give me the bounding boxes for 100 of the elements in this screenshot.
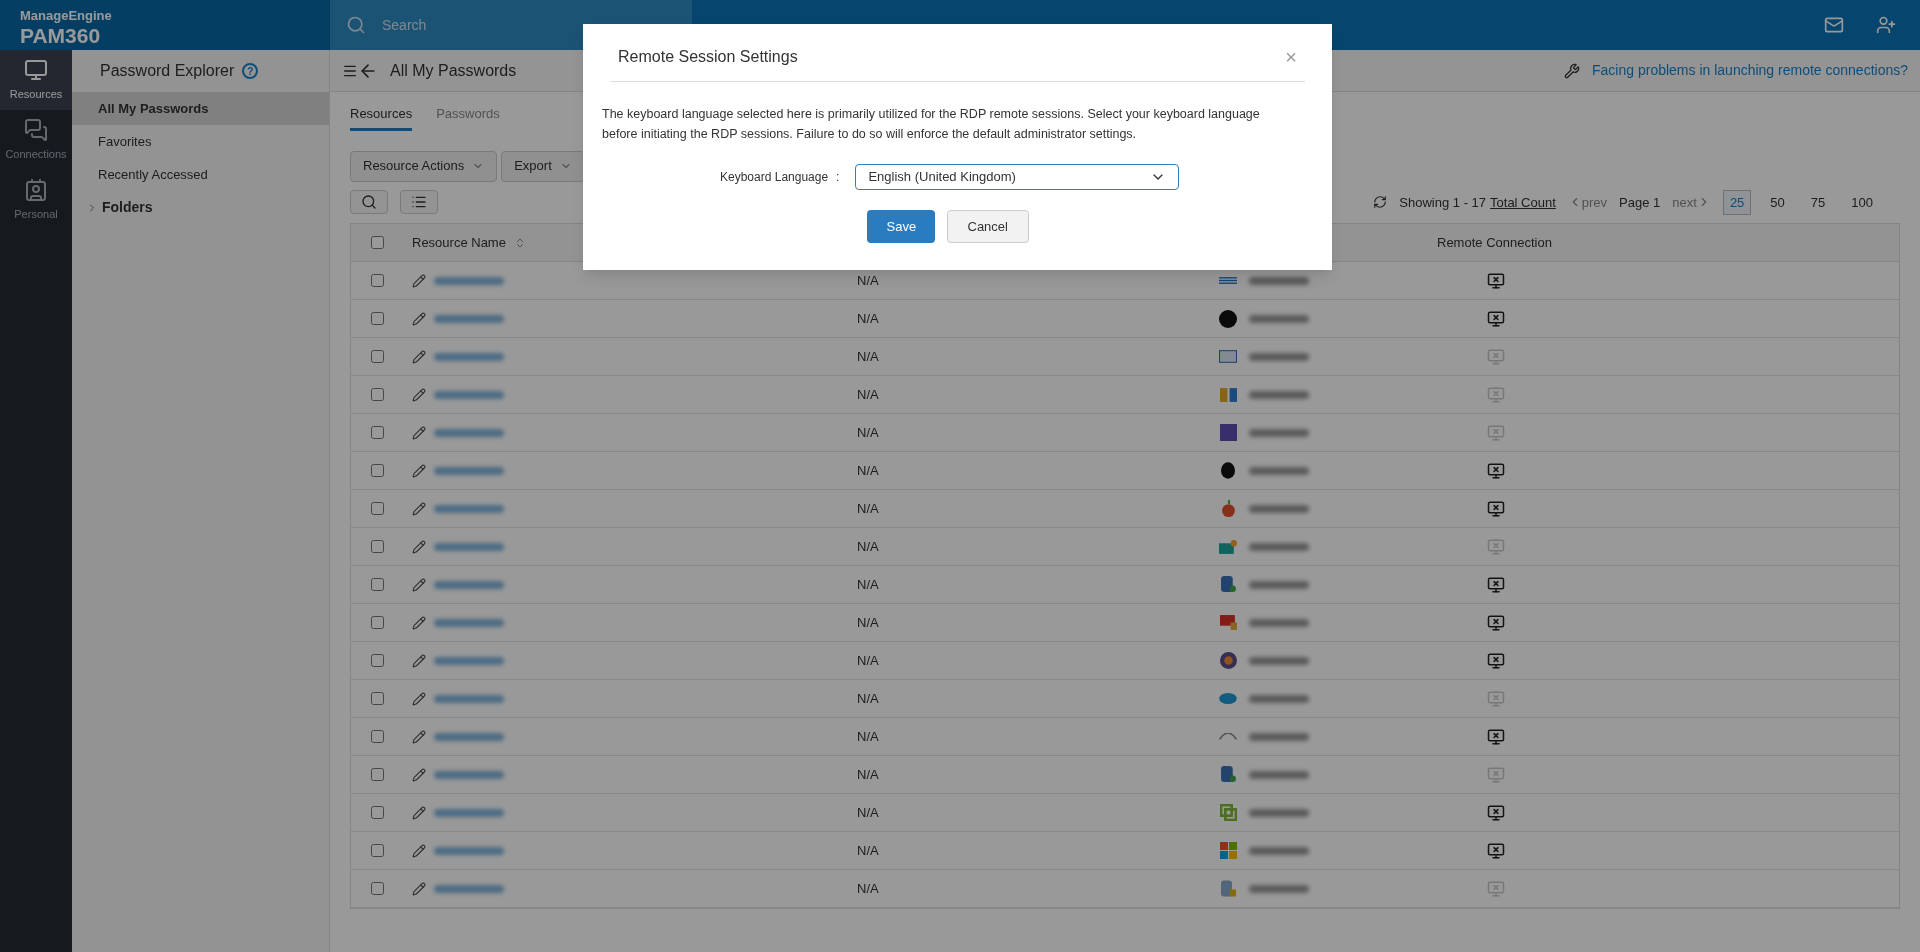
select-all-checkbox[interactable] xyxy=(371,236,384,249)
row-checkbox[interactable] xyxy=(371,844,384,857)
edit-icon[interactable] xyxy=(412,577,426,592)
remote-connection-icon[interactable] xyxy=(1487,613,1505,632)
sidebar-item[interactable]: All My Passwords xyxy=(72,92,329,125)
blurred-name xyxy=(434,352,504,361)
blurred-type xyxy=(1249,656,1309,665)
description-cell: N/A xyxy=(857,538,879,554)
blurred-name xyxy=(434,390,504,399)
blurred-type xyxy=(1249,846,1309,855)
rail-item[interactable]: Resources xyxy=(0,50,72,110)
row-checkbox[interactable] xyxy=(371,692,384,705)
page-size-option[interactable]: 75 xyxy=(1803,189,1833,215)
page-size-option[interactable]: 100 xyxy=(1844,189,1880,215)
remote-connection-icon[interactable] xyxy=(1487,803,1505,822)
row-checkbox[interactable] xyxy=(371,350,384,363)
dropdown-button[interactable]: Export xyxy=(501,150,585,182)
save-button[interactable]: Save xyxy=(866,210,935,243)
remote-connection-icon[interactable] xyxy=(1487,499,1505,518)
edit-icon[interactable] xyxy=(412,311,426,326)
close-button[interactable]: × xyxy=(1285,41,1297,72)
remote-connection-icon[interactable] xyxy=(1487,309,1505,328)
blurred-type xyxy=(1249,694,1309,703)
remote-connection-icon[interactable] xyxy=(1487,651,1505,670)
blurred-name xyxy=(434,770,504,779)
page-size-option[interactable]: 50 xyxy=(1763,189,1792,215)
help-icon[interactable]: ? xyxy=(242,63,259,79)
help-link[interactable]: Facing problems in launching remote connections? xyxy=(1592,60,1908,81)
next-button[interactable]: next xyxy=(1672,192,1711,212)
cancel-button[interactable]: Cancel xyxy=(946,210,1029,243)
blurred-type xyxy=(1249,542,1309,551)
language-select[interactable]: English (United Kingdom) xyxy=(855,164,1180,190)
row-checkbox[interactable] xyxy=(371,768,384,781)
blurred-name xyxy=(434,542,504,551)
search-icon xyxy=(361,194,377,211)
page-size-option[interactable]: 25 xyxy=(1722,189,1752,215)
row-checkbox[interactable] xyxy=(371,806,384,819)
description-cell: N/A xyxy=(857,690,879,706)
description-cell: N/A xyxy=(857,348,879,364)
user-icon[interactable] xyxy=(1876,15,1896,35)
description-cell: N/A xyxy=(857,500,879,516)
edit-icon[interactable] xyxy=(412,539,426,554)
edit-icon[interactable] xyxy=(412,273,426,288)
edit-icon[interactable] xyxy=(412,387,426,402)
edit-icon[interactable] xyxy=(412,881,426,896)
description-cell: N/A xyxy=(857,652,879,668)
label-separator: : xyxy=(836,169,840,186)
row-checkbox[interactable] xyxy=(371,882,384,895)
edit-icon[interactable] xyxy=(412,843,426,858)
row-checkbox[interactable] xyxy=(371,616,384,629)
remote-connection-icon[interactable] xyxy=(1487,461,1505,480)
tab[interactable]: Passwords xyxy=(436,104,500,131)
remote-connection-icon[interactable] xyxy=(1487,727,1505,746)
blurred-type xyxy=(1249,428,1309,437)
edit-icon[interactable] xyxy=(412,691,426,706)
remote-connection-icon[interactable] xyxy=(1487,575,1505,594)
edit-icon[interactable] xyxy=(412,349,426,364)
remote-connection-icon[interactable] xyxy=(1487,841,1505,860)
prev-button[interactable]: prev xyxy=(1567,192,1608,212)
edit-icon[interactable] xyxy=(412,729,426,744)
edit-icon[interactable] xyxy=(412,805,426,820)
blurred-name xyxy=(434,466,504,475)
edit-icon[interactable] xyxy=(412,463,426,478)
blurred-name xyxy=(434,656,504,665)
row-checkbox[interactable] xyxy=(371,274,384,287)
blurred-name xyxy=(434,504,504,513)
total-count-link[interactable]: Total Count xyxy=(1490,192,1556,212)
tab[interactable]: Resources xyxy=(350,104,413,131)
row-checkbox[interactable] xyxy=(371,426,384,439)
dropdown-button[interactable]: Resource Actions xyxy=(350,150,498,182)
edit-icon[interactable] xyxy=(412,615,426,630)
edit-icon[interactable] xyxy=(412,653,426,668)
row-checkbox[interactable] xyxy=(371,654,384,667)
search-button[interactable] xyxy=(350,190,388,215)
search-icon[interactable] xyxy=(346,15,366,35)
row-checkbox[interactable] xyxy=(371,464,384,477)
row-checkbox[interactable] xyxy=(371,502,384,515)
mail-icon[interactable] xyxy=(1824,15,1844,35)
list-view-button[interactable] xyxy=(400,190,438,215)
sidebar-item[interactable]: Favorites xyxy=(72,125,329,158)
edit-icon[interactable] xyxy=(412,425,426,440)
folders-item[interactable]: Folders xyxy=(102,197,153,218)
blurred-name xyxy=(434,314,504,323)
row-checkbox[interactable] xyxy=(371,312,384,325)
blurred-type xyxy=(1249,884,1309,893)
column-header[interactable]: Resource Name xyxy=(412,232,506,253)
edit-icon[interactable] xyxy=(412,501,426,516)
tools-icon xyxy=(1564,62,1581,79)
row-checkbox[interactable] xyxy=(371,730,384,743)
row-checkbox[interactable] xyxy=(371,578,384,591)
rail-item[interactable]: Connections xyxy=(0,110,72,170)
rail-item[interactable]: Personal xyxy=(0,170,72,230)
row-checkbox[interactable] xyxy=(371,540,384,553)
row-checkbox[interactable] xyxy=(371,388,384,401)
description-cell: N/A xyxy=(857,766,879,782)
edit-icon[interactable] xyxy=(412,767,426,782)
sidebar-item[interactable]: Recently Accessed xyxy=(72,158,329,191)
refresh-icon[interactable] xyxy=(1373,195,1388,210)
description-cell: N/A xyxy=(857,614,879,630)
remote-connection-icon[interactable] xyxy=(1487,271,1505,290)
